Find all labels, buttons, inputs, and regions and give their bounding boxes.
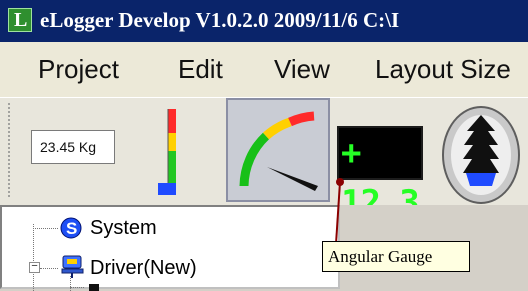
gauge-green-arc: [239, 132, 270, 187]
app-icon[interactable]: L: [8, 8, 32, 32]
meter-yellow-segment: [168, 133, 176, 151]
tree-connector-child-h: [70, 287, 84, 288]
menu-project[interactable]: Project: [38, 54, 119, 85]
bar-meter-tool[interactable]: [150, 109, 180, 197]
window-title: eLogger Develop V1.0.2.0 2009/11/6 C:\I: [40, 8, 400, 32]
toolbar-grip[interactable]: [7, 102, 11, 198]
tree-connector-driver: [40, 268, 58, 269]
svg-text:S: S: [66, 219, 77, 238]
meter-green-segment: [168, 151, 176, 183]
title-bar[interactable]: L eLogger Develop V1.0.2.0 2009/11/6 C:\…: [0, 0, 528, 42]
gauge-yellow-arc: [263, 117, 292, 140]
gauge-needle: [267, 167, 318, 191]
system-icon: S: [60, 217, 82, 239]
app-icon-letter: L: [14, 9, 28, 31]
numeric-display-tool[interactable]: 23.45 Kg: [31, 130, 115, 164]
menu-edit[interactable]: Edit: [178, 54, 223, 85]
tree-connector-system: [33, 228, 58, 229]
tree-child-icon: [89, 284, 99, 291]
led-display-tool[interactable]: + 12.3: [337, 126, 423, 223]
knob-blue-base: [466, 173, 496, 186]
tree-item-driver[interactable]: Driver(New): [90, 257, 197, 280]
menu-layout-size[interactable]: Layout Size: [375, 54, 511, 85]
tooltip: Angular Gauge: [322, 241, 470, 272]
driver-icon: [61, 255, 84, 278]
meter-blue-base: [158, 183, 176, 195]
angular-gauge-icon: [239, 111, 318, 191]
menu-bar: Project Edit View Layout Size: [0, 42, 528, 97]
menu-view[interactable]: View: [274, 54, 330, 85]
angular-gauge-tool[interactable]: [226, 98, 330, 202]
tree-item-system[interactable]: System: [90, 217, 157, 240]
gauge-red-arc: [288, 111, 315, 127]
project-tree: S System − Driver(New): [0, 205, 340, 291]
driver-collapse-toggle[interactable]: −: [29, 262, 40, 273]
knob-tool[interactable]: [440, 105, 522, 205]
tree-connector-vertical: [33, 224, 34, 291]
tooltip-callout-line: [335, 178, 344, 245]
meter-red-segment: [168, 109, 176, 133]
